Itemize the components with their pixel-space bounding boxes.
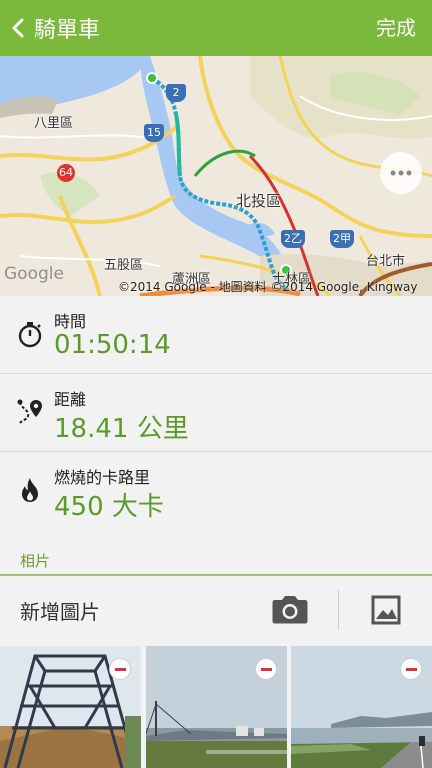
photo-thumbnail-3[interactable] [291,646,432,768]
more-dots-icon [390,170,412,176]
gallery-button[interactable] [368,592,404,628]
road-shield-15: 15 [144,124,164,142]
route-pin-icon [17,399,42,424]
stat-time-value: 01:50:14 [54,330,171,360]
camera-icon [272,596,308,624]
map-more-button[interactable] [380,152,422,194]
stat-calories-label: 燃燒的卡路里 [54,468,151,487]
stat-time-label: 時間 [54,312,87,331]
photo-thumbnail-1[interactable] [0,646,141,768]
road-shield-64: 64 [57,164,75,182]
add-photo-label: 新增圖片 [20,600,100,624]
action-bar: 騎單車 完成 [0,0,432,56]
done-button[interactable]: 完成 [376,0,416,56]
stat-distance-label: 距離 [54,390,87,409]
image-icon [371,595,401,625]
road-shield-2a: 2甲 [330,230,354,248]
chevron-left-icon [12,18,24,38]
add-photo-row: 新增圖片 [0,576,432,644]
road-shield-2b: 2乙 [281,230,305,248]
camera-button[interactable] [270,592,310,628]
remove-photo-button[interactable] [109,658,131,680]
remove-photo-button[interactable] [400,658,422,680]
map-copyright: ©2014 Google - 地圖資料 ©2014 Google, Kingwa… [118,280,418,294]
button-divider [338,590,339,630]
map-label-taipei: 台北市 [366,254,406,269]
map-label-bali: 八里區 [34,116,74,131]
stopwatch-icon [18,322,42,348]
google-watermark: Google [4,264,64,284]
stat-calories-value: 450 大卡 [54,492,164,522]
photo-thumbnail-2[interactable] [146,646,287,768]
route-map[interactable]: 2 15 64 2乙 2甲 八里區 北投區 五股區 蘆洲區 士林區 台北市 Go… [0,56,432,296]
road-shield-2: 2 [166,84,186,102]
map-label-wugu: 五股區 [104,258,144,273]
stat-calories: 燃燒的卡路里 450 大卡 [0,452,432,532]
map-label-beitou: 北投區 [236,192,282,210]
page-title: 騎單車 [34,18,101,43]
photos-section-title: 相片 [20,552,51,570]
back-button[interactable]: 騎單車 [0,0,100,56]
remove-photo-button[interactable] [255,658,277,680]
stat-distance: 距離 18.41 公里 [0,374,432,452]
flame-icon [22,478,38,502]
stat-time: 時間 01:50:14 [0,296,432,374]
stat-distance-value: 18.41 公里 [54,414,189,444]
